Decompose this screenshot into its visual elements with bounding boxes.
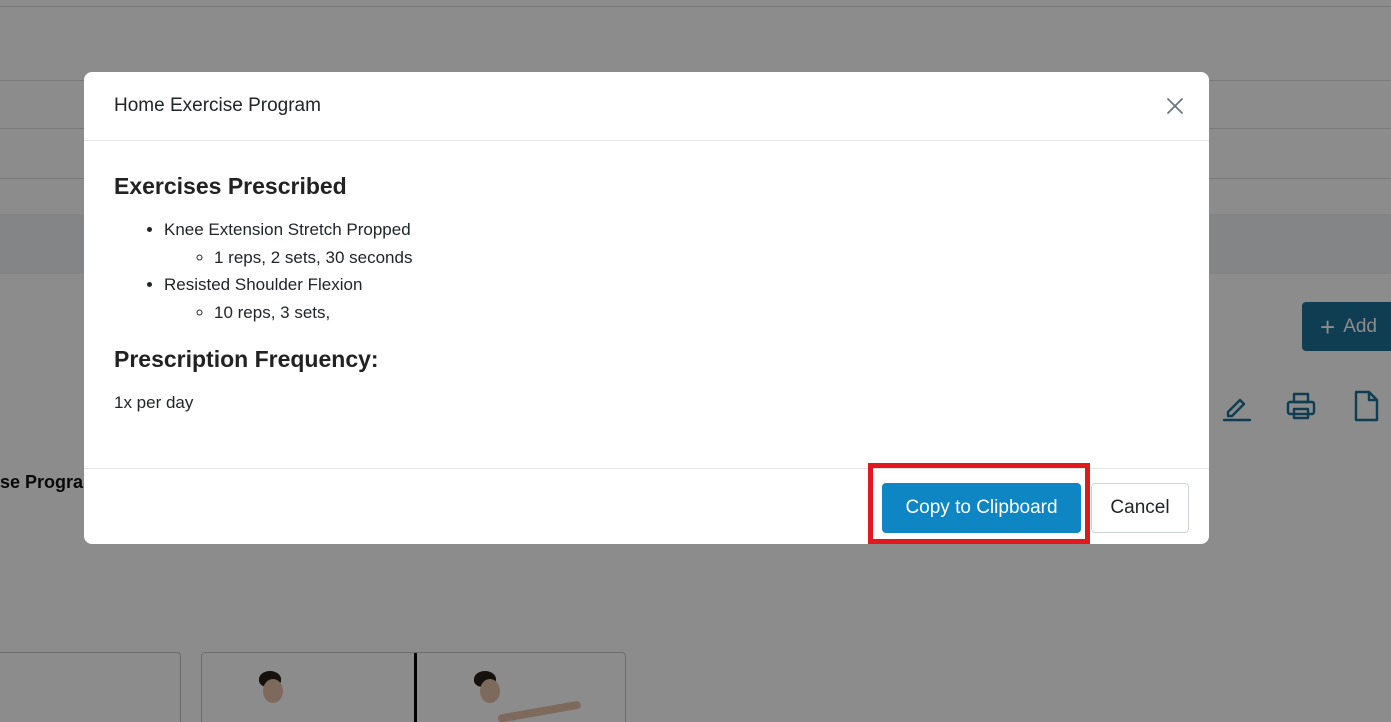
modal-footer: Copy to Clipboard Cancel [84, 468, 1209, 544]
modal-title: Home Exercise Program [114, 95, 321, 116]
exercise-detail: 10 reps, 3 sets, [214, 299, 1179, 327]
list-item: Knee Extension Stretch Propped 1 reps, 2… [164, 216, 1179, 271]
cancel-button[interactable]: Cancel [1091, 483, 1189, 533]
frequency-heading: Prescription Frequency: [114, 346, 379, 372]
exercise-name: Resisted Shoulder Flexion [164, 275, 363, 294]
exercise-name: Knee Extension Stretch Propped [164, 220, 411, 239]
exercises-heading: Exercises Prescribed [114, 173, 347, 199]
list-item: Resisted Shoulder Flexion 10 reps, 3 set… [164, 271, 1179, 326]
modal-body: Exercises Prescribed Knee Extension Stre… [84, 141, 1209, 468]
frequency-value: 1x per day [114, 393, 194, 412]
copy-to-clipboard-button[interactable]: Copy to Clipboard [882, 483, 1081, 533]
exercise-list: Knee Extension Stretch Propped 1 reps, 2… [164, 216, 1179, 326]
home-exercise-program-dialog: Home Exercise Program Exercises Prescrib… [84, 72, 1209, 544]
modal-header: Home Exercise Program [84, 72, 1209, 141]
close-icon[interactable] [1165, 96, 1185, 116]
exercise-detail: 1 reps, 2 sets, 30 seconds [214, 244, 1179, 272]
